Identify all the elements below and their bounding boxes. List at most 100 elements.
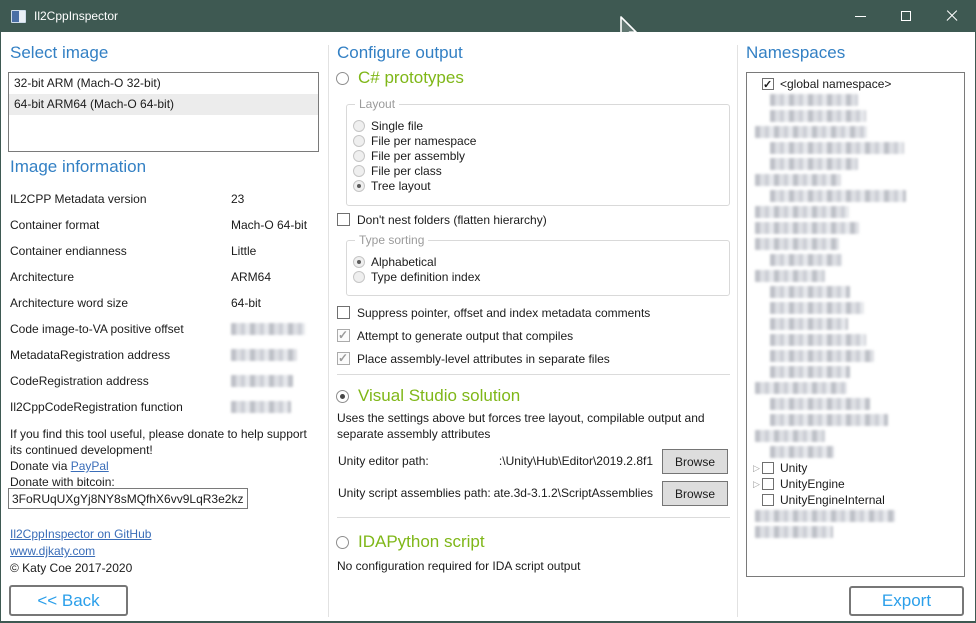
ida-description: No configuration required for IDA script… xyxy=(337,558,731,574)
namespace-row-redacted[interactable] xyxy=(747,268,964,284)
namespace-row-redacted[interactable] xyxy=(747,252,964,268)
namespace-row-redacted[interactable] xyxy=(747,444,964,460)
image-list-item[interactable]: 32-bit ARM (Mach-O 32-bit) xyxy=(9,73,318,94)
layout-option[interactable]: Single file xyxy=(353,118,729,133)
namespace-row-redacted[interactable] xyxy=(747,300,964,316)
maximize-button[interactable] xyxy=(883,0,929,32)
namespace-row-redacted[interactable] xyxy=(747,332,964,348)
close-button[interactable] xyxy=(929,0,975,32)
info-label: Il2CppCodeRegistration function xyxy=(10,400,183,414)
output-checkbox[interactable]: Suppress pointer, offset and index metad… xyxy=(337,301,650,324)
donate-via-text: Donate via xyxy=(10,459,71,473)
type-sorting-option[interactable]: Alphabetical xyxy=(353,254,729,269)
layout-option-radio-icon xyxy=(353,135,365,147)
layout-option[interactable]: File per class xyxy=(353,163,729,178)
namespace-row-redacted[interactable] xyxy=(747,524,964,540)
namespace-row-redacted[interactable] xyxy=(747,316,964,332)
info-row: Code image-to-VA positive offset xyxy=(10,316,319,342)
namespace-row-redacted[interactable] xyxy=(747,108,964,124)
copyright-text: © Katy Coe 2017-2020 xyxy=(10,560,151,577)
idapython-script-option[interactable]: IDAPython script xyxy=(336,532,485,552)
namespace-row-redacted[interactable] xyxy=(747,236,964,252)
visual-studio-solution-option[interactable]: Visual Studio solution xyxy=(336,386,520,406)
namespace-row-redacted[interactable] xyxy=(747,396,964,412)
bitcoin-address-input[interactable] xyxy=(8,488,248,509)
namespace-redacted-block xyxy=(755,510,895,522)
layout-option[interactable]: Tree layout xyxy=(353,178,729,193)
namespace-row[interactable]: <global namespace> xyxy=(747,76,964,92)
csharp-prototypes-option[interactable]: C# prototypes xyxy=(336,68,464,88)
namespace-row[interactable]: UnityEngineInternal xyxy=(747,492,964,508)
info-row: Architecture word size64-bit xyxy=(10,290,319,316)
output-checkbox[interactable]: Attempt to generate output that compiles xyxy=(337,324,650,347)
namespace-row-redacted[interactable] xyxy=(747,172,964,188)
namespace-redacted-block xyxy=(755,430,825,442)
minimize-icon xyxy=(855,16,866,17)
namespace-row-redacted[interactable] xyxy=(747,188,964,204)
namespace-redacted-block xyxy=(770,142,904,154)
layout-option-label: File per namespace xyxy=(371,134,476,148)
namespace-checkbox-icon[interactable] xyxy=(762,478,774,490)
back-button[interactable]: << Back xyxy=(9,585,128,616)
layout-groupbox-label: Layout xyxy=(355,97,399,111)
paypal-link[interactable]: PayPal xyxy=(71,459,109,473)
image-list-item[interactable]: 64-bit ARM64 (Mach-O 64-bit) xyxy=(9,94,318,115)
namespace-row-redacted[interactable] xyxy=(747,348,964,364)
namespace-row-redacted[interactable] xyxy=(747,508,964,524)
minimize-button[interactable] xyxy=(837,0,883,32)
layout-option[interactable]: File per assembly xyxy=(353,148,729,163)
namespace-row-redacted[interactable] xyxy=(747,412,964,428)
namespace-row-redacted[interactable] xyxy=(747,380,964,396)
namespace-redacted-block xyxy=(770,94,858,106)
namespace-redacted-block xyxy=(755,382,847,394)
namespace-row-redacted[interactable] xyxy=(747,124,964,140)
namespace-row-redacted[interactable] xyxy=(747,92,964,108)
website-link[interactable]: www.djkaty.com xyxy=(10,543,151,560)
layout-option[interactable]: File per namespace xyxy=(353,133,729,148)
namespace-row-redacted[interactable] xyxy=(747,284,964,300)
namespace-row[interactable]: ▷UnityEngine xyxy=(747,476,964,492)
layout-option-radio-icon xyxy=(353,180,365,192)
namespace-row-redacted[interactable] xyxy=(747,220,964,236)
namespace-row-redacted[interactable] xyxy=(747,140,964,156)
layout-option-label: Single file xyxy=(371,119,423,133)
info-row: IL2CPP Metadata version23 xyxy=(10,186,319,212)
namespace-label: <global namespace> xyxy=(780,77,891,91)
output-checkbox[interactable]: Place assembly-level attributes in separ… xyxy=(337,347,650,370)
type-sorting-option-label: Type definition index xyxy=(371,270,480,284)
namespace-row-redacted[interactable] xyxy=(747,156,964,172)
footer-links: Il2CppInspector on GitHub www.djkaty.com… xyxy=(10,526,151,577)
flatten-hierarchy-checkbox[interactable]: Don't nest folders (flatten hierarchy) xyxy=(337,208,547,231)
unity-script-path-row: Unity script assemblies path: ate.3d-3.1… xyxy=(337,481,730,506)
info-label: Container format xyxy=(10,218,99,232)
output-checkbox-label: Attempt to generate output that compiles xyxy=(357,329,573,343)
unity-script-browse-button[interactable]: Browse xyxy=(662,481,728,506)
ida-section-divider xyxy=(337,517,730,518)
namespace-checkbox-icon[interactable] xyxy=(762,78,774,90)
expander-icon[interactable]: ▷ xyxy=(747,479,762,490)
output-checkbox-icon xyxy=(337,352,350,365)
type-sorting-option[interactable]: Type definition index xyxy=(353,269,729,284)
unity-editor-path-label: Unity editor path: xyxy=(338,454,429,468)
namespace-redacted-block xyxy=(770,254,842,266)
namespace-redacted-block xyxy=(770,302,864,314)
unity-editor-browse-button[interactable]: Browse xyxy=(662,449,728,474)
namespace-checkbox-icon[interactable] xyxy=(762,494,774,506)
info-value-redacted xyxy=(231,401,291,413)
namespace-checkbox-icon[interactable] xyxy=(762,462,774,474)
namespace-row-redacted[interactable] xyxy=(747,364,964,380)
export-button[interactable]: Export xyxy=(849,586,964,616)
namespace-redacted-block xyxy=(770,190,906,202)
namespace-row[interactable]: ▷Unity xyxy=(747,460,964,476)
vs-section-divider xyxy=(337,374,730,375)
output-checkbox-label: Suppress pointer, offset and index metad… xyxy=(357,306,650,320)
namespace-list[interactable]: <global namespace> ▷Unity▷UnityEngineUnit… xyxy=(746,72,965,577)
info-label: CodeRegistration address xyxy=(10,374,149,388)
configure-output-header: Configure output xyxy=(337,43,463,63)
github-link[interactable]: Il2CppInspector on GitHub xyxy=(10,526,151,543)
expander-icon[interactable]: ▷ xyxy=(747,463,762,474)
flatten-hierarchy-checkbox-icon xyxy=(337,213,350,226)
image-list[interactable]: 32-bit ARM (Mach-O 32-bit)64-bit ARM64 (… xyxy=(8,72,319,152)
namespace-row-redacted[interactable] xyxy=(747,204,964,220)
namespace-row-redacted[interactable] xyxy=(747,428,964,444)
